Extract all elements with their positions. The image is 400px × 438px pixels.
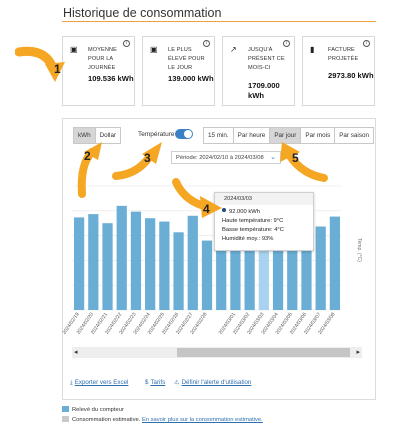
usage-alert-label: Définir l'alerte d'utilisation (181, 379, 252, 386)
callout-number: 3 (144, 151, 151, 165)
legend-meter: Relevé du compteur (62, 406, 124, 413)
bar-2024/02/26[interactable] (173, 232, 184, 310)
legend-estimate-label: Consommation estimative. (72, 417, 141, 423)
tarifs-link[interactable]: $ Tarifs (145, 379, 165, 386)
bar-2024/02/24[interactable] (145, 218, 156, 310)
card-label: Facture projetée (328, 47, 359, 62)
scroll-left-icon[interactable]: ◂ (74, 347, 78, 358)
download-icon: ⤓ (70, 379, 73, 386)
card-label: Le plus élevé pour le jour (168, 47, 205, 71)
card-month-to-date: ↗ i Jusqu'à présent ce mois-ci 1709.000 … (222, 36, 295, 106)
scroll-right-icon[interactable]: ▸ (356, 347, 360, 358)
chart-tooltip: 2024/03/03 92.000 kWh Haute température:… (214, 192, 314, 251)
export-excel-link[interactable]: ⤓ Exporter vers Excel (70, 379, 128, 387)
callout-number: 1 (54, 62, 61, 76)
card-label: Jusqu'à présent ce mois-ci (248, 47, 285, 71)
period-select[interactable]: Période: 2024/02/10 à 2024/03/08 ⌄ (171, 151, 281, 164)
bar-2024/02/19[interactable] (73, 217, 85, 310)
interval-hourly[interactable]: Par heure (234, 128, 271, 143)
legend-swatch (62, 416, 69, 422)
callout-number: 2 (84, 149, 91, 163)
callout-2: 2 (77, 142, 102, 198)
interval-15min[interactable]: 15 min. (204, 128, 234, 143)
card-value: 2973.80 kWh (328, 71, 374, 80)
callout-4: 4 (172, 178, 222, 218)
scrollbar-thumb[interactable] (177, 348, 350, 357)
bar-2024/02/28[interactable] (201, 240, 213, 310)
callout-number: 5 (292, 151, 299, 165)
card-value: 109.536 kWh (88, 74, 134, 83)
bar-chart-icon: ▮ (310, 45, 315, 54)
period-text: Période: 2024/02/10 à 2024/03/08 (176, 155, 264, 161)
card-label: Moyenne pour la journée (88, 47, 117, 71)
bar-2024/03/07[interactable] (315, 226, 326, 310)
card-value: 139.000 kWh (168, 74, 214, 83)
temperature-label: Température (138, 131, 175, 138)
page-title: Historique de consommation (63, 6, 222, 20)
bar-2024/02/21[interactable] (102, 223, 113, 310)
tooltip-humidity: Humidité moy.: 93% (222, 236, 274, 242)
callout-number: 4 (203, 202, 210, 216)
bar-2024/02/22[interactable] (116, 205, 127, 310)
alert-icon: ⚠ (174, 379, 180, 386)
tooltip-value: 92.000 kWh (229, 209, 260, 215)
card-daily-highest: ▣ i Le plus élevé pour le jour 139.000 k… (142, 36, 215, 106)
calendar-icon: ▣ (150, 45, 158, 54)
right-axis-label: Temp. (°C) (356, 238, 362, 262)
tooltip-low: Basse température: 4°C (222, 227, 284, 233)
legend-meter-label: Relevé du compteur (72, 407, 124, 413)
dollar-icon: $ (145, 379, 149, 386)
tooltip-high: Haute température: 9°C (222, 218, 284, 224)
bar-2024/02/25[interactable] (159, 221, 170, 310)
tooltip-date: 2024/03/03 (215, 193, 313, 205)
bar-2024/02/23[interactable] (130, 211, 142, 310)
estimate-info-link[interactable]: En savoir plus sur la consommation estim… (142, 417, 263, 423)
bar-2024/02/20[interactable] (88, 214, 99, 310)
export-excel-label: Exporter vers Excel (74, 379, 129, 386)
tarifs-label: Tarifs (150, 379, 166, 386)
legend-swatch (62, 406, 69, 412)
callout-1: 1 (15, 46, 65, 82)
card-value: 1709.000 kWh (248, 81, 280, 100)
bar-2024/02/27[interactable] (187, 215, 198, 310)
trend-up-icon: ↗ (230, 45, 237, 54)
legend-estimate: Consommation estimative. En savoir plus … (62, 416, 263, 423)
callout-5: 5 (280, 142, 328, 182)
chart-scrollbar[interactable]: ◂ ▸ (72, 347, 362, 358)
card-projected-bill: ▮ i Facture projetée 2973.80 kWh (302, 36, 375, 106)
toggle-knob (184, 130, 192, 138)
usage-alert-link[interactable]: ⚠ Définir l'alerte d'utilisation (174, 379, 251, 386)
title-divider (62, 21, 376, 22)
temperature-toggle[interactable] (175, 129, 193, 139)
tooltip-value-row: 92.000 kWh (215, 208, 313, 217)
interval-season[interactable]: Par saison (335, 128, 373, 143)
bar-2024/03/08[interactable] (329, 216, 341, 310)
callout-3: 3 (112, 142, 162, 180)
